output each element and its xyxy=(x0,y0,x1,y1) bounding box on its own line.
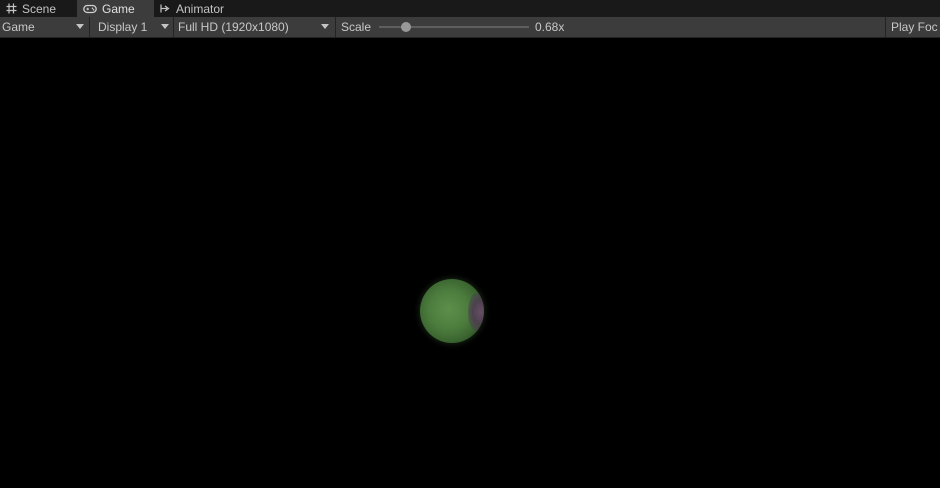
display-dropdown-label: Display 1 xyxy=(98,20,148,34)
animator-icon xyxy=(160,3,171,14)
tab-animator[interactable]: Animator xyxy=(160,0,234,17)
tab-game[interactable]: Game xyxy=(77,0,154,17)
toolbar-divider xyxy=(173,17,174,37)
toolbar-divider xyxy=(885,17,886,37)
tab-scene[interactable]: Scene xyxy=(6,0,70,17)
tab-animator-label: Animator xyxy=(176,1,225,16)
gamepad-icon xyxy=(83,4,97,14)
scale-value: 0.68x xyxy=(535,20,565,34)
chevron-down-icon xyxy=(321,24,329,29)
game-view-toolbar: Game Display 1 Full HD (1920x1080) Scale… xyxy=(0,17,940,38)
game-viewport[interactable] xyxy=(0,38,940,488)
resolution-dropdown[interactable]: Full HD (1920x1080) xyxy=(178,17,334,37)
grid-icon xyxy=(6,3,17,14)
scale-label: Scale xyxy=(341,20,372,34)
toolbar-divider xyxy=(89,17,90,37)
tab-scene-label: Scene xyxy=(22,1,57,16)
toolbar-divider xyxy=(335,17,336,37)
editor-tab-bar: Scene Game Animator xyxy=(0,0,940,17)
play-focused-label: Play Foc xyxy=(891,20,938,34)
tab-game-label: Game xyxy=(102,1,135,16)
chevron-down-icon xyxy=(76,24,84,29)
chevron-down-icon xyxy=(161,24,169,29)
game-mode-dropdown[interactable]: Game xyxy=(2,17,88,37)
planet-surface-spot xyxy=(468,293,484,331)
planet-sprite xyxy=(420,279,484,343)
game-mode-dropdown-label: Game xyxy=(2,20,35,34)
display-dropdown[interactable]: Display 1 xyxy=(98,17,172,37)
resolution-dropdown-label: Full HD (1920x1080) xyxy=(178,20,289,34)
play-focused-dropdown[interactable]: Play Foc xyxy=(891,17,940,37)
scale-slider-handle[interactable] xyxy=(401,22,411,32)
